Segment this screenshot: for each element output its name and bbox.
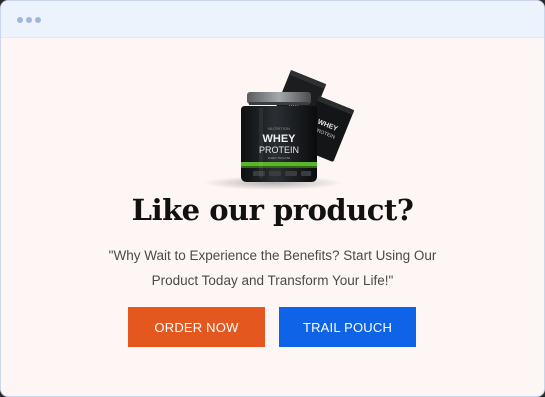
tub-brand-text: WHEY [263,133,297,145]
window-control-dot[interactable] [35,17,41,23]
tub-stripe [241,162,317,166]
order-now-button[interactable]: ORDER NOW [128,307,265,347]
product-image: WHEY PROTEIN WHEY PROTEIN NUTRITION WHEY… [203,70,355,190]
subtext-line: Product Today and Transform Your Life!" [151,273,394,288]
popup-headline: Like our product? [131,193,414,227]
popup-content: WHEY PROTEIN WHEY PROTEIN NUTRITION WHEY… [1,38,544,396]
window-control-dot[interactable] [17,17,23,23]
window-control-dot[interactable] [26,17,32,23]
svg-text:NUTRITION: NUTRITION [268,126,290,131]
svg-text:WHEY ISOLATE: WHEY ISOLATE [268,156,290,160]
trail-pouch-button[interactable]: TRAIL POUCH [279,307,416,347]
subtext-line: "Why Wait to Experience the Benefits? St… [108,248,437,263]
window-titlebar [1,1,544,38]
popup-subtext: "Why Wait to Experience the Benefits? St… [101,243,444,293]
popup-window: WHEY PROTEIN WHEY PROTEIN NUTRITION WHEY… [0,0,545,397]
tub-product-text: PROTEIN [259,145,299,155]
